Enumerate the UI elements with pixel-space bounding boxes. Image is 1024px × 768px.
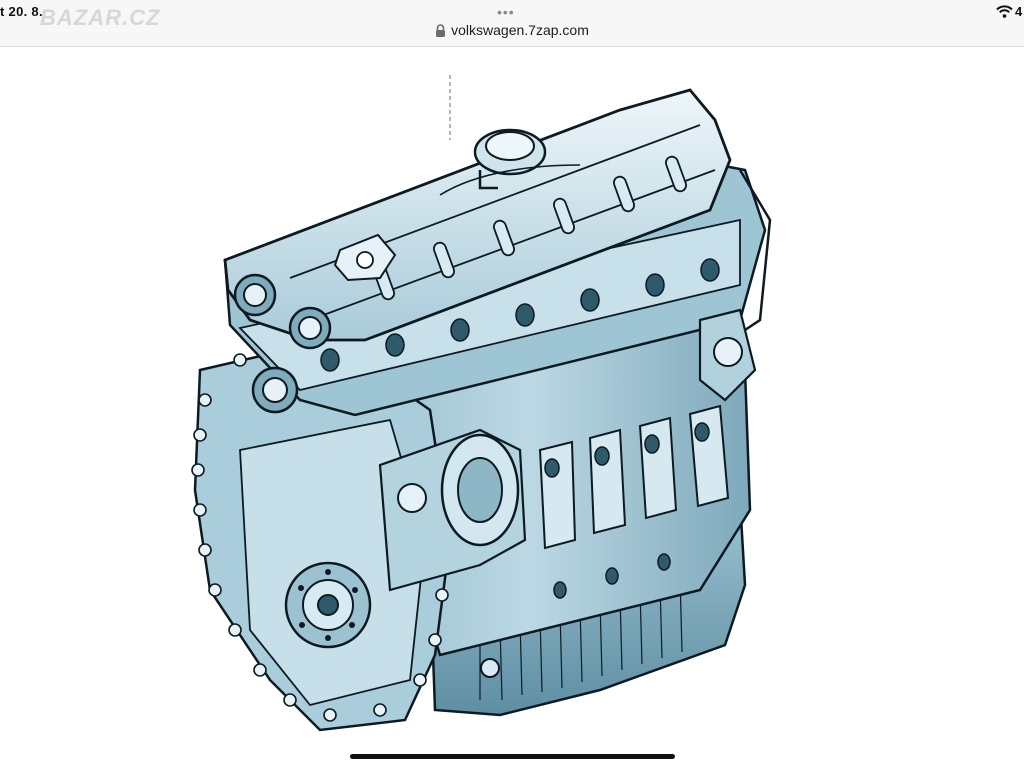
address-bar[interactable]: volkswagen.7zap.com [0, 22, 1024, 40]
status-time: t 20. 8. [0, 4, 43, 19]
tab-menu-dots[interactable]: ••• [497, 4, 515, 20]
url-text: volkswagen.7zap.com [451, 22, 589, 38]
browser-top-bar: t 20. 8. BAZAR.CZ ••• volkswagen.7zap.co… [0, 0, 1024, 47]
home-indicator[interactable] [350, 754, 675, 759]
wifi-icon [996, 5, 1013, 18]
battery-percent: 4 [1015, 4, 1023, 19]
lock-icon [436, 24, 446, 37]
url-display[interactable]: volkswagen.7zap.com [435, 22, 589, 38]
engine-illustration [191, 75, 772, 732]
